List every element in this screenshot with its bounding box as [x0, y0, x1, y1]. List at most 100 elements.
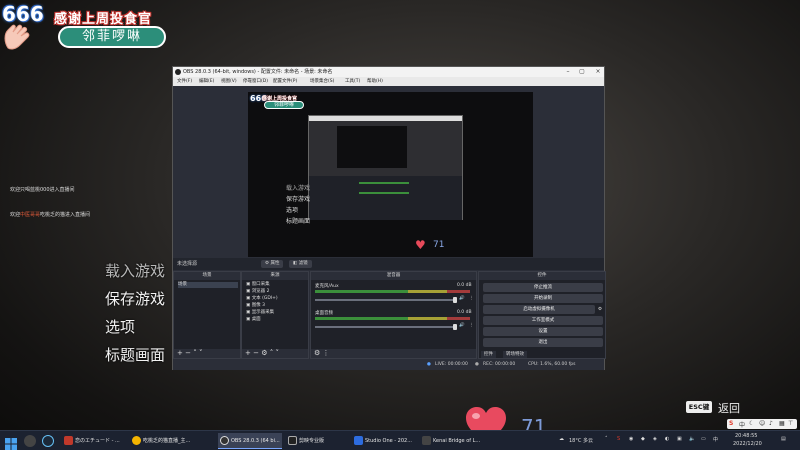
- ime-mode[interactable]: 中: [739, 420, 745, 429]
- menu-help[interactable]: 帮助(H): [367, 78, 383, 84]
- grid-icon: ▦: [779, 420, 785, 427]
- clock-date[interactable]: 2022/12/20: [733, 441, 762, 447]
- start-recording-button[interactable]: 开始录制: [483, 294, 603, 303]
- exit-button[interactable]: 退出: [483, 338, 603, 347]
- virtual-camera-button[interactable]: 启动虚拟摄像机: [483, 305, 595, 314]
- tab-transitions[interactable]: 转场特效: [503, 351, 527, 358]
- more-icon[interactable]: ⋮: [469, 296, 474, 301]
- app-tray-icon[interactable]: ◆: [641, 436, 645, 442]
- settings-icon[interactable]: ⚙: [261, 349, 267, 357]
- speaker-icon[interactable]: 🔊: [459, 323, 465, 328]
- menu-item-title-screen[interactable]: 标题画面: [105, 344, 165, 365]
- source-label: 图像 3: [251, 303, 265, 308]
- source-item[interactable]: ▣ 桌面: [246, 317, 306, 323]
- source-item[interactable]: ▣ 文本 (GDI+): [246, 296, 306, 302]
- stop-streaming-button[interactable]: 停止推流: [483, 283, 603, 292]
- chat-text: 欢迎: [10, 212, 21, 218]
- scene-item[interactable]: 场景: [178, 282, 238, 288]
- more-icon[interactable]: ⋮: [469, 323, 474, 328]
- source-item[interactable]: ▣ 窗口采集: [246, 282, 306, 288]
- clock-time[interactable]: 20:48:55: [735, 433, 757, 439]
- cloud-icon: ☁: [559, 436, 564, 442]
- source-item[interactable]: ▣ 图像 3: [246, 303, 306, 309]
- menu-file[interactable]: 文件(F): [177, 78, 192, 84]
- remove-icon[interactable]: −: [253, 349, 259, 357]
- menu-item-save[interactable]: 保存游戏: [105, 288, 165, 309]
- esc-back-label[interactable]: 返回: [718, 400, 740, 416]
- taskbar-item[interactable]: Studio One - 202...: [352, 433, 416, 449]
- notification-icon[interactable]: ▤: [781, 436, 786, 442]
- volume-slider[interactable]: [315, 299, 455, 301]
- volume-slider[interactable]: [315, 326, 455, 328]
- settings-icon[interactable]: ⚙: [314, 349, 320, 357]
- mic-icon: ♪: [769, 420, 773, 427]
- preview-nested-capture: [308, 115, 463, 220]
- esc-key-icon: ESC键: [686, 401, 712, 413]
- down-icon[interactable]: ˅: [275, 349, 279, 357]
- steam-icon[interactable]: [42, 435, 54, 447]
- chat-message: 欢迎中医哥哥吃桃乏的猫进入直播间: [10, 211, 90, 218]
- add-icon[interactable]: +: [245, 349, 251, 357]
- menu-item-load[interactable]: 载入游戏: [105, 260, 165, 281]
- gear-icon[interactable]: ⚙: [598, 307, 602, 312]
- up-icon[interactable]: ˄: [193, 349, 197, 357]
- taskbar-item[interactable]: Kenai Bridge of L...: [420, 433, 484, 449]
- taskbar-item[interactable]: 吃桃乏的猫直播_主...: [130, 433, 194, 449]
- menu-item-options[interactable]: 选项: [105, 316, 135, 337]
- taskbar-item[interactable]: 恋のエチュード - ...: [62, 433, 126, 449]
- menu-tools[interactable]: 工具(T): [345, 78, 360, 84]
- volume-slider-knob[interactable]: [453, 297, 457, 303]
- add-icon[interactable]: +: [177, 349, 183, 357]
- close-icon[interactable]: ×: [591, 67, 605, 77]
- app-tray-icon[interactable]: ◐: [665, 436, 669, 442]
- volume-slider-knob[interactable]: [453, 324, 457, 330]
- remove-icon[interactable]: −: [185, 349, 191, 357]
- sogou-icon[interactable]: S: [617, 436, 620, 442]
- more-icon[interactable]: ⋮: [323, 349, 330, 357]
- ime-toolbar[interactable]: S 中 ☾ ☺ ♪ ▦ ⊤: [727, 419, 797, 429]
- properties-button[interactable]: ⚙ 属性: [261, 260, 284, 268]
- filters-label: 滤镜: [298, 261, 308, 266]
- app-tray-icon[interactable]: ◉: [629, 436, 633, 442]
- source-label: 桌面: [251, 317, 261, 322]
- speaker-icon[interactable]: 🔈: [689, 436, 695, 442]
- studio-mode-button[interactable]: 工作室模式: [483, 316, 603, 325]
- taskbar-item-label: Kenai Bridge of L...: [433, 438, 481, 444]
- app-tray-icon[interactable]: ◈: [653, 436, 657, 442]
- speaker-icon[interactable]: 🔊: [459, 296, 465, 301]
- chat-text: 欢迎只喝蓝桃000进入直播间: [10, 187, 75, 193]
- mixer-channel-name: 麦克风/Aux: [315, 284, 339, 289]
- tab-controls[interactable]: 控件: [481, 351, 496, 358]
- source-item[interactable]: ▣ 显示器采集: [246, 310, 306, 316]
- chevron-up-icon[interactable]: ˄: [605, 436, 608, 442]
- scenes-dock-title: 场景: [174, 272, 240, 280]
- windows-start-icon[interactable]: [5, 435, 17, 450]
- menu-view[interactable]: 视图(V): [221, 78, 237, 84]
- moon-icon: ☾: [749, 420, 755, 427]
- network-icon[interactable]: ▭: [701, 436, 706, 442]
- filters-button[interactable]: ◧ 滤镜: [289, 260, 312, 268]
- obs-preview[interactable]: 666 感谢上周投食官 邻菲啰啉 载入游戏 保存游戏 选项 标题画面 ♥ 71: [248, 92, 533, 257]
- app-tray-icon[interactable]: ▣: [677, 436, 682, 442]
- down-icon[interactable]: ˅: [199, 349, 203, 357]
- menu-profile[interactable]: 配置文件(P): [273, 78, 297, 84]
- minimize-icon[interactable]: –: [561, 67, 575, 77]
- source-item[interactable]: ▣ 浏览器 2: [246, 289, 306, 295]
- taskbar-item[interactable]: 剪映专业版: [286, 433, 350, 449]
- audio-meter: [315, 290, 470, 293]
- menu-docks[interactable]: 停靠窗口(D): [243, 78, 268, 84]
- ime-mode-icon[interactable]: 中: [713, 436, 718, 443]
- task-view-icon[interactable]: [24, 435, 36, 447]
- up-icon[interactable]: ˄: [270, 349, 274, 357]
- maximize-icon[interactable]: ▢: [575, 67, 589, 77]
- scenes-dock: 场景 场景 + − ˄ ˅: [173, 271, 241, 359]
- menu-edit[interactable]: 编辑(E): [199, 78, 214, 84]
- taskbar-item-label: 剪映专业版: [299, 438, 325, 444]
- settings-button[interactable]: 设置: [483, 327, 603, 336]
- menu-scene-collection[interactable]: 场景集合(S): [310, 78, 334, 84]
- chat-username: 中医哥哥: [20, 212, 41, 218]
- taskbar-item-obs[interactable]: OBS 28.0.3 (64 bi...: [218, 433, 282, 449]
- audio-meter: [315, 317, 470, 320]
- live-timer: LIVE: 00:00:00: [435, 362, 468, 367]
- weather-text[interactable]: 18°C 多云: [569, 437, 593, 444]
